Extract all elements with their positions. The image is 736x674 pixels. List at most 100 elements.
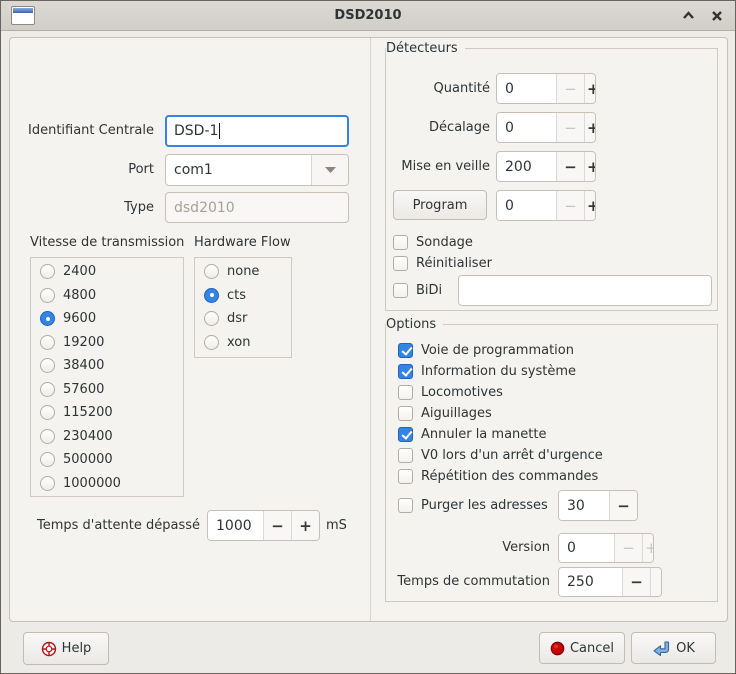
decrement-button[interactable]: − [263, 511, 291, 540]
hardware-flow-group-label: Hardware Flow [194, 235, 291, 250]
purge-spinner: 30 − [558, 490, 638, 521]
decrement-button[interactable]: − [614, 534, 642, 562]
decrement-button[interactable]: − [622, 568, 650, 596]
repeat-commands-checkbox[interactable]: Répétition des commandes [398, 467, 598, 485]
radio-icon [40, 264, 55, 279]
radio-option-cts[interactable]: cts [195, 284, 291, 308]
bidi-input[interactable] [458, 275, 712, 306]
checkbox-label: Locomotives [421, 385, 503, 400]
close-icon[interactable] [709, 8, 725, 24]
radio-option-500000[interactable]: 500000 [31, 448, 183, 472]
quantity-value[interactable]: 0 [497, 74, 556, 103]
timeout-value[interactable]: 1000 [208, 511, 263, 540]
program-value[interactable]: 0 [497, 191, 556, 220]
radio-label: cts [227, 288, 246, 303]
radio-icon [40, 358, 55, 373]
radio-label: 500000 [63, 452, 113, 467]
port-label: Port [18, 154, 154, 186]
decrement-button[interactable]: − [556, 152, 584, 181]
type-label: Type [18, 192, 154, 223]
increment-button[interactable]: + [584, 74, 595, 103]
checkbox-icon [393, 283, 408, 298]
checkbox-label: Sondage [416, 235, 473, 250]
timeout-label: Temps d'attente dépassé [22, 510, 200, 541]
radio-option-4800[interactable]: 4800 [31, 284, 183, 308]
decrement-button[interactable]: − [609, 491, 637, 520]
radio-option-dsr[interactable]: dsr [195, 307, 291, 331]
radio-option-2400[interactable]: 2400 [31, 260, 183, 284]
help-button[interactable]: Help [23, 632, 109, 665]
decrement-button[interactable]: − [556, 191, 584, 220]
radio-option-1000000[interactable]: 1000000 [31, 472, 183, 496]
turnouts-checkbox[interactable]: Aiguillages [398, 404, 492, 422]
central-id-input[interactable]: DSD-1 [165, 115, 349, 147]
increment-button[interactable] [650, 568, 661, 596]
version-spinner: 0 − + [558, 533, 654, 563]
offset-value[interactable]: 0 [497, 113, 556, 142]
shade-icon[interactable] [680, 8, 696, 24]
decrement-button[interactable]: − [556, 113, 584, 142]
standby-label: Mise en veille [386, 151, 490, 182]
radio-icon [40, 288, 55, 303]
standby-value[interactable]: 200 [497, 152, 556, 181]
bidi-checkbox[interactable]: BiDi [393, 275, 442, 306]
radio-option-38400[interactable]: 38400 [31, 354, 183, 378]
increment-button[interactable]: + [642, 534, 653, 562]
checkbox-label: Répétition des commandes [421, 469, 598, 484]
checkbox-icon [398, 364, 413, 379]
increment-button[interactable]: + [291, 511, 319, 540]
radio-option-115200[interactable]: 115200 [31, 401, 183, 425]
checkbox-icon [398, 343, 413, 358]
radio-label: dsr [227, 311, 247, 326]
radio-label: none [227, 264, 259, 279]
dropdown-arrow-icon[interactable] [311, 155, 348, 185]
checkbox-icon [398, 448, 413, 463]
timeout-spinner: 1000 − + [207, 510, 320, 541]
version-value[interactable]: 0 [559, 534, 614, 562]
radio-label: 19200 [63, 335, 104, 350]
main-panel: Identifiant Centrale DSD-1 Port com1 Typ… [9, 37, 728, 622]
switching-time-value[interactable]: 250 [559, 568, 622, 596]
radio-label: 38400 [63, 358, 104, 373]
detectors-group: Détecteurs Quantité 0 − + Décalage 0 − +… [385, 48, 718, 311]
ok-button[interactable]: OK [631, 632, 716, 664]
port-combobox[interactable]: com1 [165, 154, 349, 186]
v0-emergency-checkbox[interactable]: V0 lors d'un arrêt d'urgence [398, 446, 603, 464]
increment-button[interactable]: + [584, 113, 595, 142]
reset-checkbox[interactable]: Réinitialiser [393, 254, 492, 272]
radio-option-19200[interactable]: 19200 [31, 331, 183, 355]
dialog-window: DSD2010 Identifiant Centrale DSD-1 Port … [0, 0, 736, 674]
program-button[interactable]: Program [393, 190, 487, 220]
cancel-throttle-checkbox[interactable]: Annuler la manette [398, 425, 546, 443]
purge-addresses-checkbox[interactable]: Purger les adresses [398, 490, 548, 521]
radio-option-9600[interactable]: 9600 [31, 307, 183, 331]
cancel-button[interactable]: Cancel [539, 632, 625, 664]
radio-option-230400[interactable]: 230400 [31, 425, 183, 449]
column-divider [370, 38, 371, 621]
locomotives-checkbox[interactable]: Locomotives [398, 383, 503, 401]
central-id-label: Identifiant Centrale [18, 115, 154, 147]
ok-button-label: OK [676, 641, 695, 656]
radio-option-none[interactable]: none [195, 260, 291, 284]
purge-value[interactable]: 30 [559, 491, 609, 520]
radio-icon [40, 429, 55, 444]
titlebar: DSD2010 [1, 1, 735, 31]
radio-option-57600[interactable]: 57600 [31, 378, 183, 402]
increment-button[interactable]: + [584, 191, 595, 220]
programming-track-checkbox[interactable]: Voie de programmation [398, 341, 574, 359]
radio-label: 4800 [63, 288, 96, 303]
radio-label: 9600 [63, 311, 96, 326]
system-info-checkbox[interactable]: Information du système [398, 362, 576, 380]
cancel-button-label: Cancel [570, 641, 614, 656]
polling-checkbox[interactable]: Sondage [393, 233, 473, 251]
increment-button[interactable]: + [584, 152, 595, 181]
checkbox-icon [398, 498, 413, 513]
checkbox-label: Réinitialiser [416, 256, 492, 271]
radio-option-xon[interactable]: xon [195, 331, 291, 355]
decrement-button[interactable]: − [556, 74, 584, 103]
speed-group-label: Vitesse de transmission [30, 235, 184, 250]
checkbox-label: Information du système [421, 364, 576, 379]
checkbox-icon [393, 256, 408, 271]
type-input: dsd2010 [165, 192, 349, 223]
port-value: com1 [166, 155, 311, 185]
